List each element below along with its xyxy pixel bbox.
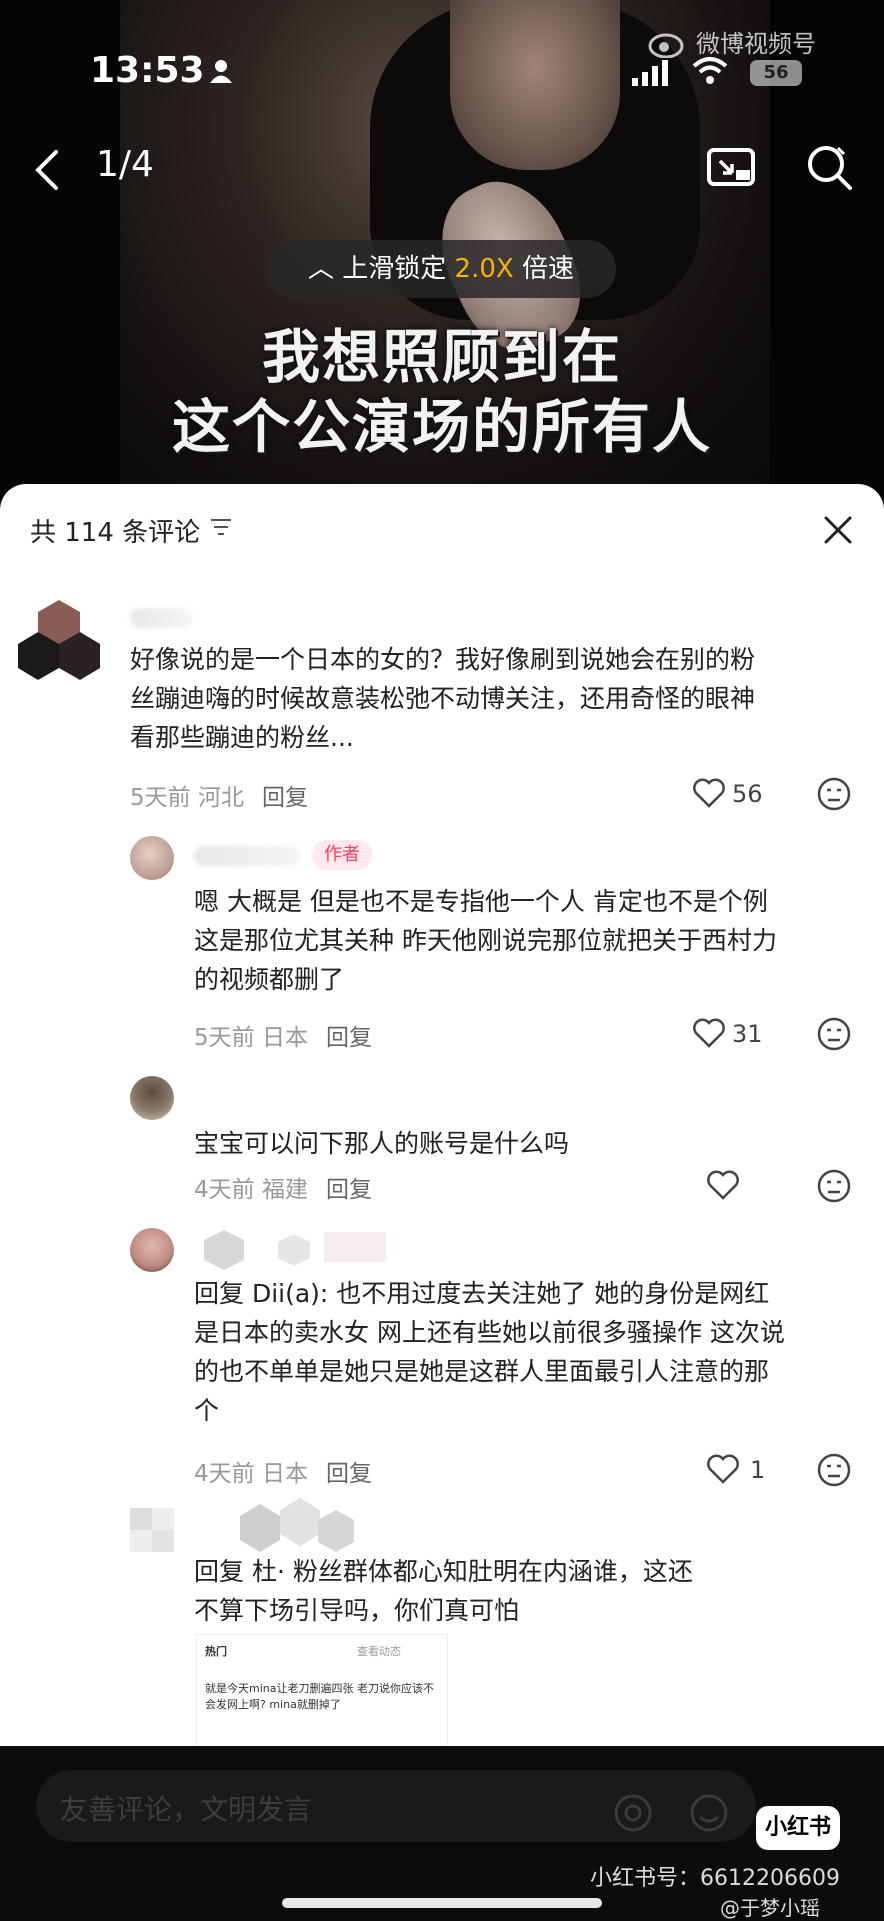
heart-icon[interactable] (692, 1018, 726, 1048)
video-nav: 1/4 (0, 140, 884, 200)
speed-value: 2.0X (454, 254, 514, 284)
wifi-icon (692, 57, 728, 84)
close-icon[interactable] (822, 514, 854, 546)
like-count: 56 (732, 780, 763, 808)
page-counter: 1/4 (96, 144, 154, 185)
avatar-mosaic[interactable] (130, 1508, 174, 1552)
reply-button[interactable]: 回复 (262, 785, 308, 811)
comment-text: 宝宝可以问下那人的账号是什么吗 (194, 1129, 570, 1158)
dislike-face-icon[interactable] (816, 1168, 852, 1204)
comment-text: 回复 杜· 粉丝群体都心知肚明在内涵谁，这还 不算下场引导吗，你们真可怕 (194, 1557, 693, 1625)
comment-meta: 4天前 日本 回复 (194, 1461, 372, 1487)
mention-at-icon[interactable] (612, 1792, 654, 1834)
comment-meta: 5天前 日本 回复 (194, 1025, 372, 1051)
comment-meta: 4天前 福建 回复 (194, 1177, 372, 1203)
speed-lock-hint[interactable]: ︿ 上滑锁定 2.0X 倍速 (266, 240, 616, 298)
bottom-bar: 友善评论，文明发言 小红书 小红书号：6612206609 @于梦小瑶 (0, 1746, 884, 1920)
comment-meta: 5天前 河北 回复 (130, 785, 308, 811)
weibo-credit: @于梦小瑶 (720, 1896, 820, 1920)
back-arrow-icon[interactable] (28, 146, 68, 194)
status-time: 13:53 (90, 50, 205, 91)
comments-header: 共 114 条评论 (0, 484, 884, 574)
xiaohongshu-logo: 小红书 (756, 1806, 840, 1850)
username-mosaic[interactable] (194, 1228, 394, 1272)
emoji-icon[interactable] (688, 1792, 730, 1834)
battery-indicator: 56 (750, 60, 802, 86)
comment-count: 共 114 条评论 (30, 518, 201, 548)
dislike-face-icon[interactable] (816, 776, 852, 812)
dislike-face-icon[interactable] (816, 1452, 852, 1488)
comment-image[interactable]: 热门 查看动态 就是今天mina让老刀删遍四张 老刀说你应该不会发网上啊? mi… (196, 1634, 448, 1746)
heart-icon[interactable] (706, 1170, 740, 1200)
xiaohongshu-id: 小红书号：6612206609 (590, 1866, 840, 1891)
avatar[interactable] (130, 1076, 174, 1120)
video-subtitle-line2: 这个公演场的所有人 (171, 393, 712, 461)
username-blurred[interactable] (194, 846, 300, 866)
search-icon[interactable] (804, 142, 854, 194)
person-icon (210, 60, 232, 83)
avatar[interactable] (130, 836, 174, 880)
comment-text: 回复 Dii(a): 也不用过度去关注她了 她的身份是网红 是日本的卖水女 网上… (194, 1279, 785, 1425)
signal-icon (632, 60, 668, 86)
comment-text: 嗯 大概是 但是也不是专指他一个人 肯定也不是个例 这是那位尤其关种 昨天他刚说… (194, 887, 777, 994)
reply-button[interactable]: 回复 (326, 1177, 372, 1203)
cast-screen-icon[interactable] (706, 144, 756, 192)
home-indicator[interactable] (282, 1898, 602, 1908)
heart-icon[interactable] (706, 1454, 740, 1484)
sort-filter-icon[interactable] (210, 518, 232, 536)
reply-button[interactable]: 回复 (326, 1461, 372, 1487)
reply-button[interactable]: 回复 (326, 1025, 372, 1051)
comment-text: 好像说的是一个日本的女的？我好像刷到说她会在别的粉 丝蹦迪嗨的时候故意装松弛不动… (130, 645, 756, 752)
like-count: 31 (732, 1020, 763, 1048)
like-count: 1 (750, 1456, 766, 1484)
username-mosaic[interactable] (230, 1498, 370, 1558)
comments-sheet: 共 114 条评论 好像说的是一个日本的女的？我好像刷到说她会在别的粉 丝蹦迪嗨… (0, 484, 884, 1746)
video-player[interactable]: 13:53 56 微博视频号 1/4 ︿ 上滑锁定 2.0X 倍速 我想照顾到在… (0, 0, 884, 500)
heart-icon[interactable] (692, 778, 726, 808)
author-badge: 作者 (312, 840, 372, 870)
chevron-up-icon: ︿ (308, 254, 335, 284)
dislike-face-icon[interactable] (816, 1016, 852, 1052)
username-blurred[interactable] (130, 608, 192, 628)
avatar[interactable] (130, 1228, 174, 1272)
avatar-mosaic (18, 600, 100, 680)
weibo-logo-icon (648, 33, 684, 58)
